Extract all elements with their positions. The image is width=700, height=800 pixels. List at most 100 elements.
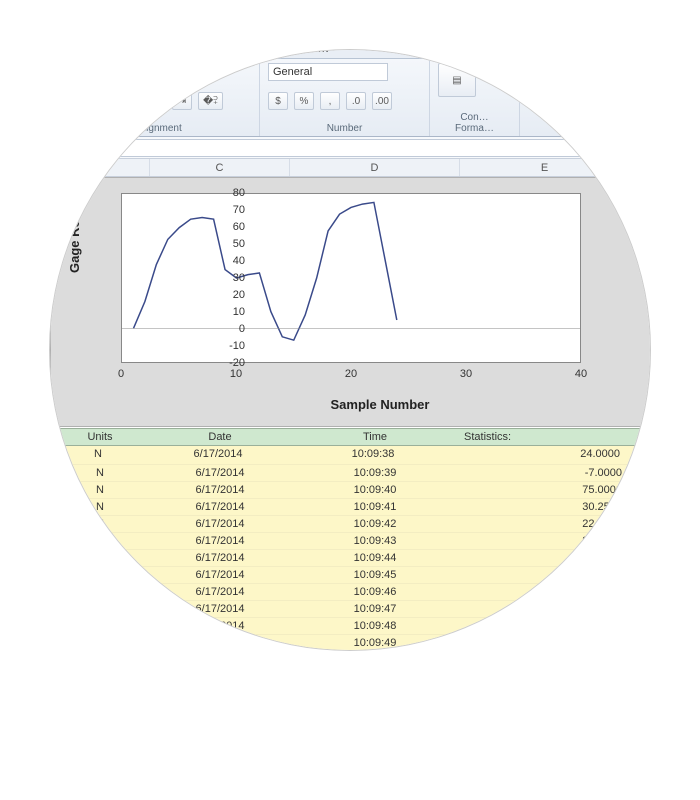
cell[interactable]: 10:09:42 xyxy=(290,516,460,532)
cell[interactable]: 22.0000 xyxy=(460,516,630,532)
orientation-icon[interactable]: ⤢ xyxy=(146,63,166,81)
col-d[interactable]: D xyxy=(290,159,460,176)
col-f[interactable]: F xyxy=(630,159,650,176)
cell[interactable]: 24.8542 xyxy=(460,550,630,566)
tab-review[interactable]: Review xyxy=(165,50,212,58)
cell[interactable]: 30.2500 xyxy=(460,499,630,515)
align-left-icon[interactable]: ≡ xyxy=(68,92,88,110)
cell[interactable]: N xyxy=(50,567,150,583)
cell[interactable] xyxy=(460,601,630,617)
cell[interactable]: AVG D xyxy=(630,550,650,566)
decrease-indent-icon[interactable]: ⇤ xyxy=(146,92,166,110)
table-row[interactable]: N6/17/201410:09:49 xyxy=(50,635,650,650)
cell[interactable]: 6/17/2014 xyxy=(150,482,290,498)
decrease-decimal-icon[interactable]: .00 xyxy=(372,92,392,110)
col-c[interactable]: C xyxy=(150,159,290,176)
cell[interactable]: N xyxy=(50,635,150,650)
cell[interactable]: 6/17/2014 xyxy=(150,516,290,532)
cell[interactable]: N xyxy=(50,550,150,566)
align-middle-icon[interactable]: ≡ xyxy=(94,63,114,81)
cell[interactable]: N xyxy=(50,482,150,498)
percent-icon[interactable]: % xyxy=(294,92,314,110)
cell[interactable] xyxy=(630,635,650,650)
table-row[interactable]: 16N6/17/201410:09:39-7.0000MIN xyxy=(50,465,650,482)
tab-formulas[interactable]: Formulas xyxy=(50,50,96,58)
align-top-icon[interactable]: ≡ xyxy=(68,63,88,81)
table-row[interactable]: N6/17/201410:09:4424.8542AVG D xyxy=(50,550,650,567)
cell[interactable]: 6/17/2014 xyxy=(150,465,290,481)
cell[interactable]: N xyxy=(50,499,150,515)
table-row[interactable]: N6/17/201410:09:46 xyxy=(50,584,650,601)
number-format-box[interactable]: General xyxy=(268,63,388,81)
cell[interactable]: 6/17/2014 xyxy=(150,635,290,650)
cell[interactable]: N xyxy=(50,533,150,549)
merge-icon[interactable]: �⫀ xyxy=(198,92,223,110)
align-bottom-icon[interactable]: ≡ xyxy=(120,63,140,81)
cell[interactable]: 24.0000 xyxy=(458,446,628,464)
cell[interactable]: MAX xyxy=(630,482,650,498)
tab-view[interactable]: View xyxy=(231,50,265,58)
cell[interactable]: MIN xyxy=(630,465,650,481)
cell[interactable]: N xyxy=(50,584,150,600)
table-row[interactable]: N6/17/201410:09:48 xyxy=(50,618,650,635)
cell[interactable]: SAMPLES xyxy=(628,446,650,464)
cell[interactable] xyxy=(460,635,630,650)
cell[interactable]: STD DEV xyxy=(630,533,650,549)
currency-icon[interactable]: $ xyxy=(268,92,288,110)
cell[interactable]: 10:09:43 xyxy=(290,533,460,549)
col-b[interactable]: B xyxy=(50,159,150,176)
cell[interactable]: 10:09:48 xyxy=(290,618,460,634)
cell[interactable]: 27.1220 xyxy=(460,533,630,549)
cell[interactable]: N xyxy=(50,446,148,464)
table-row[interactable]: 5N6/17/201410:09:4222.0000MEDIAN xyxy=(50,516,650,533)
align-center-icon[interactable]: ≡ xyxy=(94,92,114,110)
cell[interactable]: 6/17/2014 xyxy=(150,550,290,566)
increase-decimal-icon[interactable]: .0 xyxy=(346,92,366,110)
cell[interactable]: 6/17/2014 xyxy=(150,533,290,549)
conditional-format-icon[interactable]: ▤ xyxy=(438,63,476,97)
cell[interactable]: 6/17/2014 xyxy=(150,601,290,617)
cell[interactable]: 735.6042 xyxy=(460,567,630,583)
cell[interactable]: 10:09:45 xyxy=(290,567,460,583)
cell[interactable]: MEAN xyxy=(630,499,650,515)
tab-data[interactable]: Data xyxy=(114,50,147,58)
cell[interactable]: 6/17/2014 xyxy=(150,567,290,583)
cell[interactable]: 10:09:47 xyxy=(290,601,460,617)
cell[interactable]: 10:09:44 xyxy=(290,550,460,566)
cell[interactable]: MEDIAN xyxy=(630,516,650,532)
cell[interactable]: -7.0000 xyxy=(460,465,630,481)
cell[interactable]: N xyxy=(50,516,150,532)
cell[interactable] xyxy=(630,601,650,617)
chart[interactable]: Gage Reading Sample Number -20-100102030… xyxy=(50,177,650,427)
cell[interactable]: 10:09:46 xyxy=(290,584,460,600)
cell[interactable]: 10:09:49 xyxy=(290,635,460,650)
formula-input[interactable]: 0 xyxy=(50,139,650,157)
cell[interactable] xyxy=(630,618,650,634)
cell[interactable]: N xyxy=(50,465,150,481)
cell[interactable] xyxy=(630,584,650,600)
cell[interactable]: N xyxy=(50,601,150,617)
cell[interactable]: 6/17/2014 xyxy=(148,446,288,464)
cell[interactable]: 6/17/2014 xyxy=(150,584,290,600)
col-e[interactable]: E xyxy=(460,159,630,176)
cell[interactable]: 10:09:40 xyxy=(290,482,460,498)
tab-developer[interactable]: Devel… xyxy=(283,50,334,58)
table-row[interactable]: 0N6/17/201410:09:3824.0000SAMPLES xyxy=(50,446,650,465)
increase-indent-icon[interactable]: ⇥ xyxy=(172,92,192,110)
table-row[interactable]: 53N6/17/201410:09:4130.2500MEAN xyxy=(50,499,650,516)
table-row[interactable]: 38N6/17/201410:09:4075.0000MAX xyxy=(50,482,650,499)
cell[interactable]: 6/17/2014 xyxy=(150,618,290,634)
table-row[interactable]: N6/17/201410:09:45735.6042VAR xyxy=(50,567,650,584)
cell[interactable]: 10:09:41 xyxy=(290,499,460,515)
table-row[interactable]: N6/17/201410:09:4327.1220STD DEV xyxy=(50,533,650,550)
align-right-icon[interactable]: ≡ xyxy=(120,92,140,110)
cell[interactable]: 6/17/2014 xyxy=(150,499,290,515)
cell[interactable]: N xyxy=(50,618,150,634)
cell[interactable]: 10:09:39 xyxy=(290,465,460,481)
cell[interactable] xyxy=(460,584,630,600)
cell[interactable]: VAR xyxy=(630,567,650,583)
comma-icon[interactable]: , xyxy=(320,92,340,110)
cell[interactable]: 10:09:38 xyxy=(288,446,458,464)
table-row[interactable]: N6/17/201410:09:47 xyxy=(50,601,650,618)
wrap-text-icon[interactable]: ⏎ xyxy=(172,63,190,81)
